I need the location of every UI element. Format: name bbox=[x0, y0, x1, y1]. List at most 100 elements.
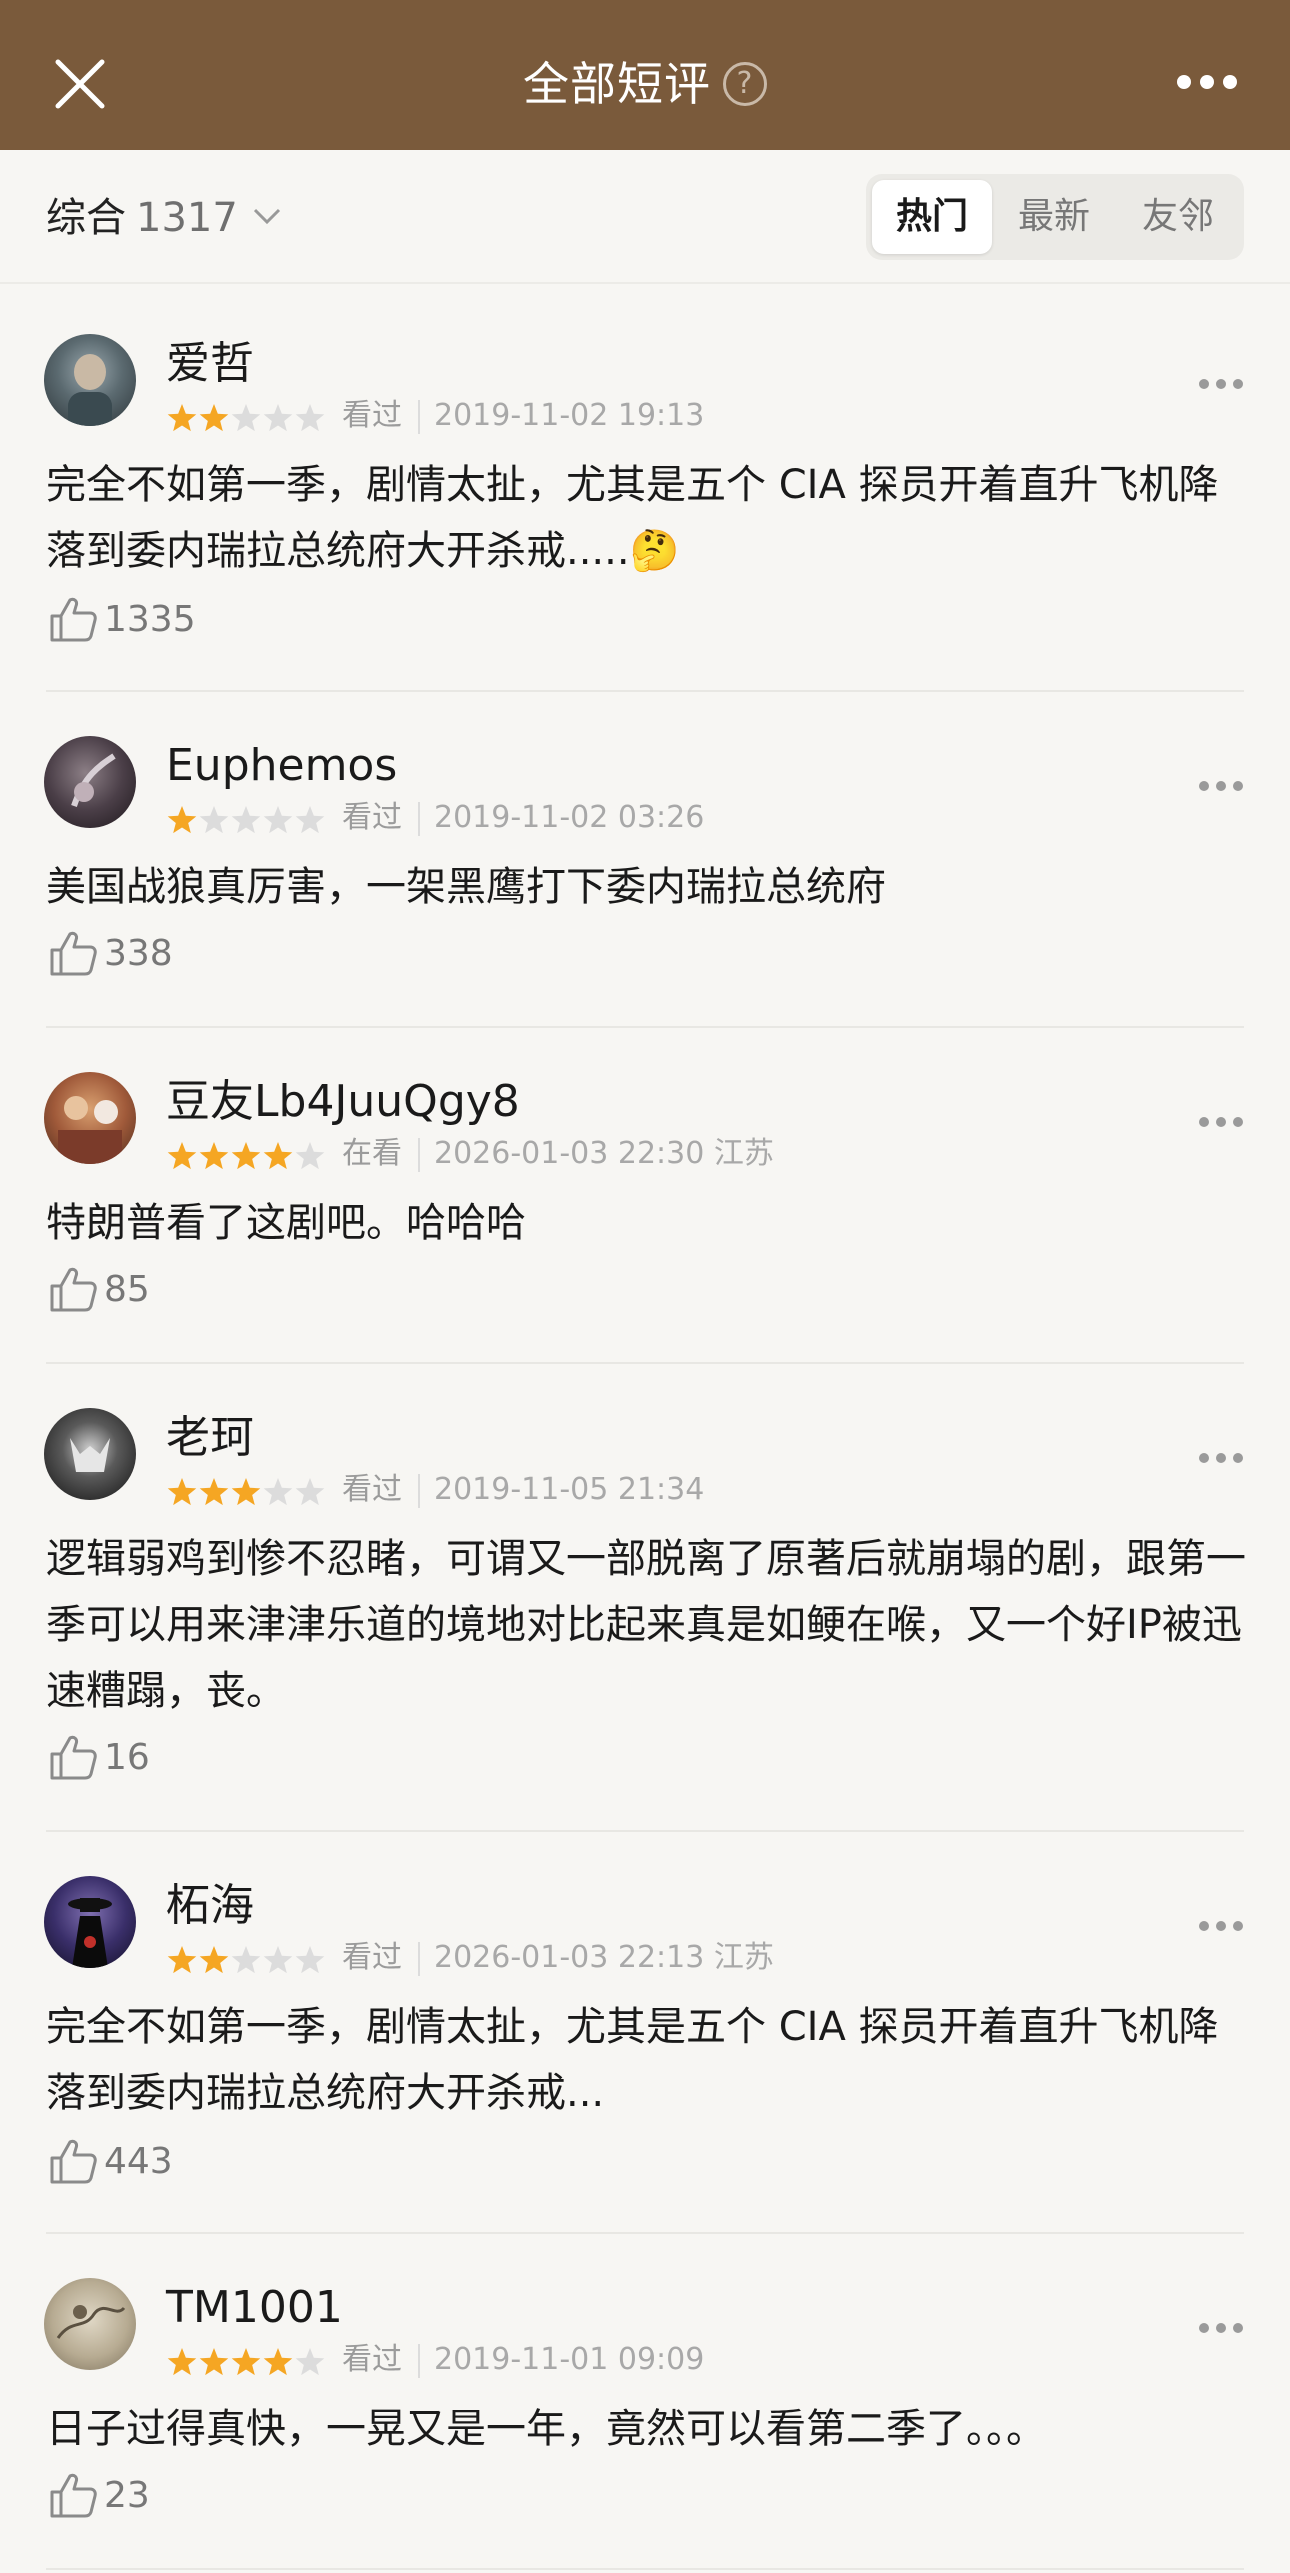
like-count: 85 bbox=[104, 1269, 150, 1310]
star-filled-icon bbox=[231, 1142, 261, 1170]
username[interactable]: 柘海 bbox=[166, 1878, 254, 1934]
star-filled-icon bbox=[199, 1478, 229, 1506]
like-count: 1335 bbox=[104, 599, 196, 640]
divider bbox=[46, 2568, 1244, 2570]
star-empty-icon bbox=[199, 806, 229, 834]
more-icon[interactable] bbox=[1198, 2322, 1244, 2334]
like-count: 16 bbox=[104, 1737, 150, 1778]
username[interactable]: 爱哲 bbox=[166, 336, 254, 392]
timestamp: 2019-11-02 03:26 bbox=[434, 800, 705, 835]
meta-divider bbox=[418, 1942, 420, 1976]
star-filled-icon bbox=[167, 2348, 197, 2376]
star-filled-icon bbox=[167, 404, 197, 432]
timestamp: 2019-11-05 21:34 bbox=[434, 1472, 705, 1507]
more-icon[interactable] bbox=[1198, 1452, 1244, 1464]
star-empty-icon bbox=[231, 806, 261, 834]
thumbs-up-icon bbox=[50, 1735, 97, 1780]
review-count: 1317 bbox=[136, 195, 238, 241]
avatar[interactable] bbox=[44, 1072, 136, 1164]
star-empty-icon bbox=[295, 404, 325, 432]
top-bar: 全部短评? bbox=[0, 0, 1290, 150]
like-button[interactable]: 1335 bbox=[48, 594, 208, 650]
watch-status: 看过 bbox=[342, 398, 402, 433]
like-button[interactable]: 338 bbox=[48, 928, 208, 984]
username[interactable]: 豆友Lb4JuuQgy8 bbox=[166, 1074, 520, 1130]
review-item: 柘海 看过 2026-01-03 22:13 江苏 完全不如第一季，剧情太扯，尤… bbox=[0, 1832, 1290, 2234]
star-empty-icon bbox=[231, 404, 261, 432]
username[interactable]: Euphemos bbox=[166, 738, 397, 794]
avatar[interactable] bbox=[44, 1876, 136, 1968]
watch-status: 看过 bbox=[342, 2342, 402, 2377]
review-text: 特朗普看了这剧吧。哈哈哈 bbox=[46, 1200, 526, 1246]
star-empty-icon bbox=[231, 1946, 261, 1974]
sort-label: 综合 bbox=[46, 195, 126, 241]
review-text: 完全不如第一季，剧情太扯，尤其是五个 CIA 探员开着直升飞机降落到委内瑞拉总统… bbox=[46, 2004, 1219, 2116]
review-text: 逻辑弱鸡到惨不忍睹，可谓又一部脱离了原著后就崩塌的剧，跟第一季可以用来津津乐道的… bbox=[46, 1536, 1246, 1714]
star-filled-icon bbox=[199, 1946, 229, 1974]
star-filled-icon bbox=[199, 2348, 229, 2376]
star-filled-icon bbox=[199, 1142, 229, 1170]
star-empty-icon bbox=[263, 404, 293, 432]
thumbs-up-icon bbox=[50, 1267, 97, 1312]
rating-stars bbox=[167, 2348, 325, 2376]
star-empty-icon bbox=[295, 1946, 325, 1974]
rating-stars bbox=[167, 806, 325, 834]
more-icon[interactable] bbox=[1198, 1920, 1244, 1932]
meta-divider bbox=[418, 400, 420, 434]
help-icon[interactable]: ? bbox=[723, 61, 767, 106]
sort-dropdown[interactable]: 综合 1317 bbox=[46, 190, 238, 246]
like-button[interactable]: 443 bbox=[48, 2136, 208, 2192]
avatar[interactable] bbox=[44, 2278, 136, 2370]
review-item: 豆友Lb4JuuQgy8 在看 2026-01-03 22:30 江苏 特朗普看… bbox=[0, 1028, 1290, 1364]
review-text: 美国战狼真厉害，一架黑鹰打下委内瑞拉总统府 bbox=[46, 864, 886, 910]
rating-stars bbox=[167, 1946, 325, 1974]
avatar[interactable] bbox=[44, 1408, 136, 1500]
star-filled-icon bbox=[263, 2348, 293, 2376]
star-filled-icon bbox=[199, 404, 229, 432]
like-button[interactable]: 16 bbox=[48, 1732, 208, 1788]
like-button[interactable]: 23 bbox=[48, 2470, 208, 2526]
rating-stars bbox=[167, 1478, 325, 1506]
thumbs-up-icon bbox=[50, 2139, 97, 2184]
meta-divider bbox=[418, 802, 420, 836]
filter-bar: 综合 1317 热门 最新 友邻 bbox=[0, 150, 1290, 284]
star-filled-icon bbox=[167, 806, 197, 834]
star-filled-icon bbox=[263, 1142, 293, 1170]
review-item: Euphemos 看过 2019-11-02 03:26 美国战狼真厉害，一架黑… bbox=[0, 692, 1290, 1028]
timestamp: 2026-01-03 22:13 江苏 bbox=[434, 1940, 774, 1975]
avatar[interactable] bbox=[44, 334, 136, 426]
more-icon[interactable] bbox=[1198, 1116, 1244, 1128]
tab-friends[interactable]: 友邻 bbox=[1118, 180, 1238, 254]
tab-latest[interactable]: 最新 bbox=[994, 180, 1114, 254]
star-empty-icon bbox=[263, 1946, 293, 1974]
page-title: 全部短评? bbox=[0, 52, 1290, 116]
review-text: 完全不如第一季，剧情太扯，尤其是五个 CIA 探员开着直升飞机降落到委内瑞拉总统… bbox=[46, 462, 1219, 574]
thumbs-up-icon bbox=[50, 931, 97, 976]
avatar[interactable] bbox=[44, 736, 136, 828]
watch-status: 看过 bbox=[342, 800, 402, 835]
star-filled-icon bbox=[167, 1946, 197, 1974]
chevron-down-icon[interactable] bbox=[252, 206, 282, 226]
star-empty-icon bbox=[295, 1142, 325, 1170]
rating-stars bbox=[167, 1142, 325, 1170]
star-filled-icon bbox=[167, 1142, 197, 1170]
review-item: 爱哲 看过 2019-11-02 19:13 完全不如第一季，剧情太扯，尤其是五… bbox=[0, 284, 1290, 692]
meta-divider bbox=[418, 1474, 420, 1508]
thumbs-up-icon bbox=[50, 597, 97, 642]
meta-divider bbox=[418, 2344, 420, 2378]
more-icon[interactable] bbox=[1198, 780, 1244, 792]
review-text: 日子过得真快，一晃又是一年，竟然可以看第二季了。。。 bbox=[46, 2406, 1046, 2452]
meta-divider bbox=[418, 1138, 420, 1172]
more-icon[interactable] bbox=[1198, 378, 1244, 390]
username[interactable]: TM1001 bbox=[166, 2280, 343, 2336]
timestamp: 2026-01-03 22:30 江苏 bbox=[434, 1136, 774, 1171]
more-options-icon[interactable] bbox=[1176, 74, 1238, 90]
star-filled-icon bbox=[231, 2348, 261, 2376]
tab-hot[interactable]: 热门 bbox=[872, 180, 992, 254]
thumbs-up-icon bbox=[50, 2473, 97, 2518]
username[interactable]: 老珂 bbox=[166, 1410, 254, 1466]
like-count: 338 bbox=[104, 933, 173, 974]
like-button[interactable]: 85 bbox=[48, 1264, 208, 1320]
star-empty-icon bbox=[295, 806, 325, 834]
review-item: TM1001 看过 2019-11-01 09:09 日子过得真快，一晃又是一年… bbox=[0, 2234, 1290, 2573]
